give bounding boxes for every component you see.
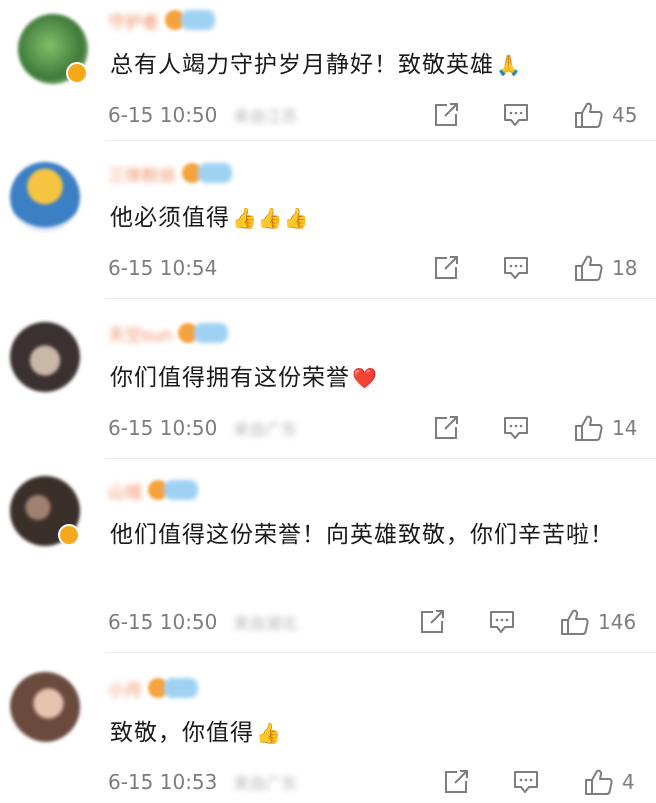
thumbs-up-icon (574, 101, 604, 129)
share-icon[interactable] (442, 769, 470, 795)
comment-actions: 4 (442, 767, 635, 797)
username-text[interactable]: 山城 (108, 478, 142, 503)
comment-reply-icon[interactable] (512, 769, 540, 795)
vip-icon (164, 678, 198, 698)
username[interactable]: 三体粉丝 (108, 160, 232, 186)
vip-icon (194, 323, 229, 343)
timestamp: 6-15 10:50 (108, 103, 218, 127)
thumbs-up-icon (574, 414, 604, 442)
comment-text: 他必须值得 👍👍👍 (110, 198, 640, 238)
like-count: 146 (598, 610, 637, 634)
location: 来自广东 (233, 420, 298, 439)
comment-meta: 6-15 10:50 来自广东 (108, 413, 297, 443)
username-text[interactable]: 小月 (108, 676, 142, 701)
username-text[interactable]: 守护者 (108, 8, 159, 33)
comment-text: 总有人竭力守护岁月静好！致敬英雄 🙏 (110, 45, 640, 85)
comment-text-body: 总有人竭力守护岁月静好！致敬英雄 (110, 52, 494, 78)
username[interactable]: 山城 (108, 477, 198, 503)
emoji: 🙏 (496, 53, 522, 77)
divider (105, 458, 656, 459)
thumbs-up-icon (574, 254, 604, 282)
username[interactable]: 天空sun (108, 320, 229, 346)
comment-text-body: 你们值得拥有这份荣誉 (110, 365, 350, 391)
verified-badge-icon (58, 524, 80, 546)
like-button[interactable]: 146 (560, 608, 636, 636)
share-icon[interactable] (432, 255, 460, 281)
location: 来自湖北 (233, 614, 298, 633)
comment-text-body: 他必须值得 (110, 205, 230, 231)
username[interactable]: 守护者 (108, 7, 215, 33)
share-icon[interactable] (432, 415, 460, 441)
comment-text-body: 他们值得这份荣誉！向英雄致敬，你们辛苦啦！ (110, 522, 614, 548)
like-count: 14 (612, 416, 638, 440)
timestamp: 6-15 10:53 (108, 770, 218, 794)
comment-meta: 6-15 10:53 来自广东 (108, 767, 297, 797)
username[interactable]: 小月 (108, 675, 198, 701)
like-button[interactable]: 14 (574, 414, 637, 442)
emoji: 👍👍👍 (232, 206, 310, 230)
comment-reply-icon[interactable] (502, 415, 530, 441)
comment-reply-icon[interactable] (502, 102, 530, 128)
comment-text: 你们值得拥有这份荣誉 ❤️ (110, 358, 640, 398)
verified-badge-icon (66, 62, 88, 84)
comment-actions: 146 (418, 607, 636, 637)
like-count: 45 (612, 103, 638, 127)
comment-actions: 45 (432, 100, 637, 130)
comment-meta: 6-15 10:54 (108, 253, 233, 283)
comment-meta: 6-15 10:50 来自江苏 (108, 100, 297, 130)
timestamp: 6-15 10:54 (108, 256, 218, 280)
timestamp: 6-15 10:50 (108, 610, 218, 634)
divider (105, 298, 656, 299)
thumbs-up-icon (560, 608, 590, 636)
timestamp: 6-15 10:50 (108, 416, 218, 440)
avatar[interactable] (10, 672, 80, 742)
emoji: 👍 (256, 721, 282, 745)
thumbs-up-icon (584, 768, 614, 796)
username-text[interactable]: 三体粉丝 (108, 161, 176, 186)
username-text[interactable]: 天空sun (108, 321, 172, 346)
share-icon[interactable] (432, 102, 460, 128)
comment-reply-icon[interactable] (488, 609, 516, 635)
avatar[interactable] (10, 162, 80, 232)
vip-icon (164, 480, 198, 500)
like-count: 18 (612, 256, 638, 280)
vip-icon (181, 10, 215, 30)
like-button[interactable]: 45 (574, 101, 637, 129)
location: 来自江苏 (233, 107, 298, 126)
comment-actions: 18 (432, 253, 637, 283)
like-count: 4 (622, 770, 635, 794)
emoji: ❤️ (352, 366, 378, 390)
divider (105, 140, 656, 141)
comment-text-body: 致敬，你值得 (110, 720, 254, 746)
location: 来自广东 (233, 774, 298, 793)
like-button[interactable]: 18 (574, 254, 637, 282)
vip-icon (198, 163, 232, 183)
share-icon[interactable] (418, 609, 446, 635)
comment-text: 他们值得这份荣誉！向英雄致敬，你们辛苦啦！ (110, 515, 640, 555)
comment-actions: 14 (432, 413, 637, 443)
divider (105, 652, 656, 653)
comment-reply-icon[interactable] (502, 255, 530, 281)
comment-text: 致敬，你值得 👍 (110, 713, 640, 753)
like-button[interactable]: 4 (584, 768, 635, 796)
avatar[interactable] (10, 322, 80, 392)
comment-meta: 6-15 10:50 来自湖北 (108, 607, 297, 637)
